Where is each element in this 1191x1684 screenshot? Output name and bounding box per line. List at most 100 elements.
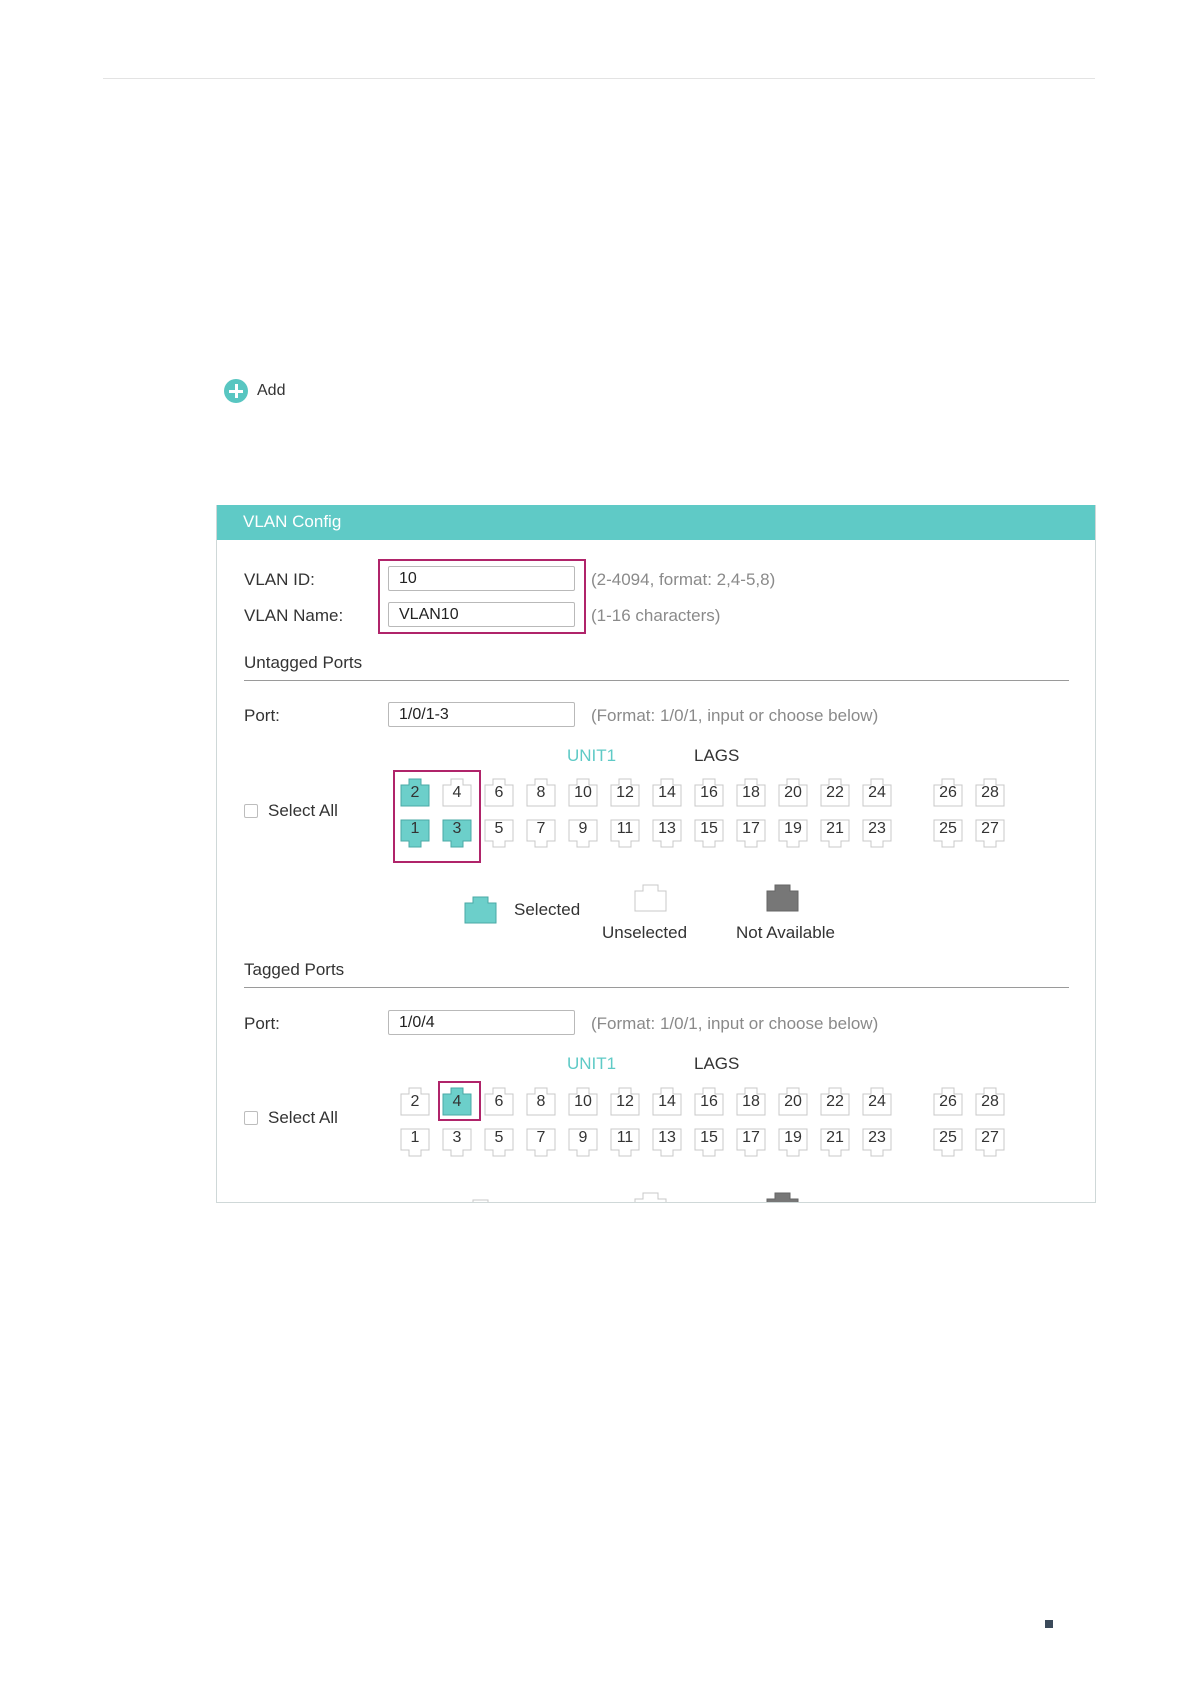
untagged-port-26[interactable]: 26 xyxy=(933,777,963,807)
tagged-port-21[interactable]: 21 xyxy=(820,1128,850,1158)
add-button[interactable]: Add xyxy=(224,379,285,403)
untagged-port-27[interactable]: 27 xyxy=(975,819,1005,849)
untagged-divider xyxy=(244,680,1069,681)
tagged-port-4[interactable]: 4 xyxy=(442,1086,472,1116)
tagged-port-2[interactable]: 2 xyxy=(400,1086,430,1116)
untagged-port-19[interactable]: 19 xyxy=(778,819,808,849)
tagged-port-17[interactable]: 17 xyxy=(736,1128,766,1158)
port-number: 3 xyxy=(452,820,462,837)
tagged-port-14[interactable]: 14 xyxy=(652,1086,682,1116)
tagged-port-3[interactable]: 3 xyxy=(442,1128,472,1158)
port-number: 25 xyxy=(939,1129,957,1146)
tagged-port-26[interactable]: 26 xyxy=(933,1086,963,1116)
port-number: 5 xyxy=(494,820,504,837)
tagged-port-7[interactable]: 7 xyxy=(526,1128,556,1158)
legend-unselected-icon-cropped xyxy=(634,1191,667,1202)
legend-unselected-label: Unselected xyxy=(602,923,688,942)
untagged-port-3[interactable]: 3 xyxy=(442,819,472,849)
port-number: 14 xyxy=(658,784,676,801)
tagged-port-28[interactable]: 28 xyxy=(975,1086,1005,1116)
port-number: 26 xyxy=(939,1093,957,1110)
port-number: 28 xyxy=(981,1093,999,1110)
port-number: 12 xyxy=(616,784,634,801)
page-top-rule xyxy=(103,78,1095,79)
tagged-port-6[interactable]: 6 xyxy=(484,1086,514,1116)
tagged-port-12[interactable]: 12 xyxy=(610,1086,640,1116)
vlan-name-input[interactable] xyxy=(388,602,575,627)
port-number: 7 xyxy=(536,820,546,837)
untagged-port-7[interactable]: 7 xyxy=(526,819,556,849)
vlan-id-label: VLAN ID: xyxy=(244,570,315,589)
untagged-port-input[interactable] xyxy=(388,702,575,727)
port-number: 16 xyxy=(700,1093,718,1110)
untagged-port-17[interactable]: 17 xyxy=(736,819,766,849)
untagged-port-1[interactable]: 1 xyxy=(400,819,430,849)
untagged-port-14[interactable]: 14 xyxy=(652,777,682,807)
tagged-port-1[interactable]: 1 xyxy=(400,1128,430,1158)
legend-unselected-icon xyxy=(634,883,667,917)
tagged-port-22[interactable]: 22 xyxy=(820,1086,850,1116)
port-number: 6 xyxy=(494,1093,504,1110)
port-number: 17 xyxy=(742,1129,760,1146)
tagged-port-18[interactable]: 18 xyxy=(736,1086,766,1116)
untagged-port-4[interactable]: 4 xyxy=(442,777,472,807)
untagged-port-9[interactable]: 9 xyxy=(568,819,598,849)
untagged-port-10[interactable]: 10 xyxy=(568,777,598,807)
tagged-port-20[interactable]: 20 xyxy=(778,1086,808,1116)
untagged-port-25[interactable]: 25 xyxy=(933,819,963,849)
untagged-port-28[interactable]: 28 xyxy=(975,777,1005,807)
untagged-port-11[interactable]: 11 xyxy=(610,819,640,849)
vlan-id-input[interactable] xyxy=(388,566,575,591)
untagged-port-8[interactable]: 8 xyxy=(526,777,556,807)
tagged-port-11[interactable]: 11 xyxy=(610,1128,640,1158)
untagged-port-21[interactable]: 21 xyxy=(820,819,850,849)
port-number: 18 xyxy=(742,784,760,801)
tagged-port-15[interactable]: 15 xyxy=(694,1128,724,1158)
tagged-ports-title: Tagged Ports xyxy=(244,960,345,979)
untagged-port-12[interactable]: 12 xyxy=(610,777,640,807)
untagged-port-15[interactable]: 15 xyxy=(694,819,724,849)
port-number: 26 xyxy=(939,784,957,801)
port-number: 8 xyxy=(536,1093,546,1110)
untagged-select-all-checkbox[interactable] xyxy=(244,804,258,818)
untagged-unit1-tab[interactable]: UNIT1 xyxy=(567,746,616,766)
port-number: 21 xyxy=(826,1129,844,1146)
untagged-port-16[interactable]: 16 xyxy=(694,777,724,807)
untagged-port-6[interactable]: 6 xyxy=(484,777,514,807)
tagged-unit1-tab[interactable]: UNIT1 xyxy=(567,1054,616,1074)
tagged-port-25[interactable]: 25 xyxy=(933,1128,963,1158)
port-number: 27 xyxy=(981,1129,999,1146)
port-number: 10 xyxy=(574,784,592,801)
port-number: 20 xyxy=(784,1093,802,1110)
tagged-port-5[interactable]: 5 xyxy=(484,1128,514,1158)
tagged-port-27[interactable]: 27 xyxy=(975,1128,1005,1158)
tagged-port-13[interactable]: 13 xyxy=(652,1128,682,1158)
tagged-port-9[interactable]: 9 xyxy=(568,1128,598,1158)
tagged-select-all-checkbox[interactable] xyxy=(244,1111,258,1125)
legend-selected-icon-cropped xyxy=(464,1198,497,1202)
tagged-port-24[interactable]: 24 xyxy=(862,1086,892,1116)
untagged-ports-title: Untagged Ports xyxy=(244,653,363,672)
untagged-port-20[interactable]: 20 xyxy=(778,777,808,807)
vlan-id-hint: (2-4094, format: 2,4-5,8) xyxy=(591,570,776,589)
untagged-select-all[interactable]: Select All xyxy=(244,801,338,821)
tagged-port-input[interactable] xyxy=(388,1010,575,1035)
port-number: 8 xyxy=(536,784,546,801)
tagged-port-23[interactable]: 23 xyxy=(862,1128,892,1158)
tagged-port-16[interactable]: 16 xyxy=(694,1086,724,1116)
tagged-lags-tab[interactable]: LAGS xyxy=(694,1054,739,1074)
untagged-port-18[interactable]: 18 xyxy=(736,777,766,807)
untagged-port-22[interactable]: 22 xyxy=(820,777,850,807)
untagged-port-24[interactable]: 24 xyxy=(862,777,892,807)
untagged-port-5[interactable]: 5 xyxy=(484,819,514,849)
tagged-port-19[interactable]: 19 xyxy=(778,1128,808,1158)
untagged-port-label: Port: xyxy=(244,706,280,725)
tagged-port-10[interactable]: 10 xyxy=(568,1086,598,1116)
tagged-select-all[interactable]: Select All xyxy=(244,1108,338,1128)
port-number: 5 xyxy=(494,1129,504,1146)
untagged-port-2[interactable]: 2 xyxy=(400,777,430,807)
untagged-lags-tab[interactable]: LAGS xyxy=(694,746,739,766)
untagged-port-23[interactable]: 23 xyxy=(862,819,892,849)
untagged-port-13[interactable]: 13 xyxy=(652,819,682,849)
tagged-port-8[interactable]: 8 xyxy=(526,1086,556,1116)
